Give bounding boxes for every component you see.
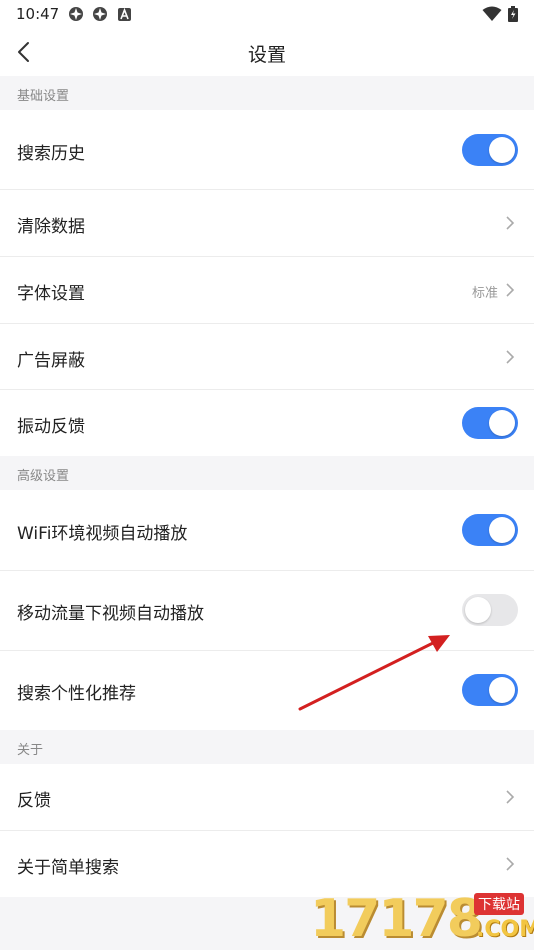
annotation-arrow [298, 635, 450, 711]
row-search-history[interactable]: 搜索历史 [0, 110, 534, 190]
mobile-data-autoplay-toggle[interactable] [462, 594, 518, 626]
watermark-tag: 下载站 [474, 893, 524, 915]
haptic-feedback-toggle[interactable] [462, 407, 518, 439]
row-wifi-autoplay[interactable]: WiFi环境视频自动播放 [0, 490, 534, 570]
toggle-knob [465, 597, 491, 623]
section-title-about: 关于 [17, 743, 44, 758]
row-ad-block[interactable]: 广告屏蔽 [0, 324, 534, 390]
chevron-right-icon [506, 857, 515, 871]
row-label: 关于简单搜索 [17, 858, 119, 878]
row-label: 振动反馈 [17, 417, 85, 437]
wifi-icon [482, 6, 502, 21]
toggle-knob [489, 137, 515, 163]
row-haptic-feedback[interactable]: 振动反馈 [0, 390, 534, 456]
page-title: 设置 [247, 44, 286, 66]
chevron-right-icon [506, 283, 515, 297]
a-notification-icon [118, 8, 131, 21]
watermark-digits: 17178 [310, 889, 483, 949]
personalized-recommend-toggle[interactable] [462, 674, 518, 706]
section-title-basic: 基础设置 [17, 89, 70, 104]
app-notification-icon [69, 7, 83, 21]
row-font-settings[interactable]: 字体设置 标准 [0, 257, 534, 323]
row-label: WiFi环境视频自动播放 [17, 524, 188, 544]
status-bar: 10:47 [0, 0, 534, 28]
row-label: 移动流量下视频自动播放 [17, 604, 204, 624]
toggle-knob [489, 677, 515, 703]
row-label: 搜索个性化推荐 [17, 684, 136, 704]
section-header-basic: 基础设置 [0, 76, 534, 110]
section-header-advanced: 高级设置 [0, 456, 534, 490]
toggle-knob [489, 517, 515, 543]
chevron-right-icon [506, 216, 515, 230]
app-notification-icon-2 [93, 7, 107, 21]
row-label: 清除数据 [17, 217, 85, 237]
search-history-toggle[interactable] [462, 134, 518, 166]
watermark-suffix: .COM [476, 917, 534, 942]
section-header-about: 关于 [0, 730, 534, 764]
toggle-knob [489, 410, 515, 436]
chevron-right-icon [506, 790, 515, 804]
nav-bar: 设置 [0, 28, 534, 76]
section-title-advanced: 高级设置 [17, 469, 70, 484]
wifi-autoplay-toggle[interactable] [462, 514, 518, 546]
row-label: 字体设置 [17, 284, 85, 304]
chevron-right-icon [506, 350, 515, 364]
row-label: 搜索历史 [17, 144, 85, 164]
row-label: 广告屏蔽 [17, 351, 85, 371]
status-time: 10:47 [16, 5, 60, 23]
site-watermark: 17178 下载站 .COM [310, 887, 534, 950]
battery-icon [508, 6, 518, 22]
row-feedback[interactable]: 反馈 [0, 764, 534, 830]
row-clear-data[interactable]: 清除数据 [0, 190, 534, 256]
row-label: 反馈 [17, 791, 51, 811]
font-size-value: 标准 [471, 286, 498, 301]
